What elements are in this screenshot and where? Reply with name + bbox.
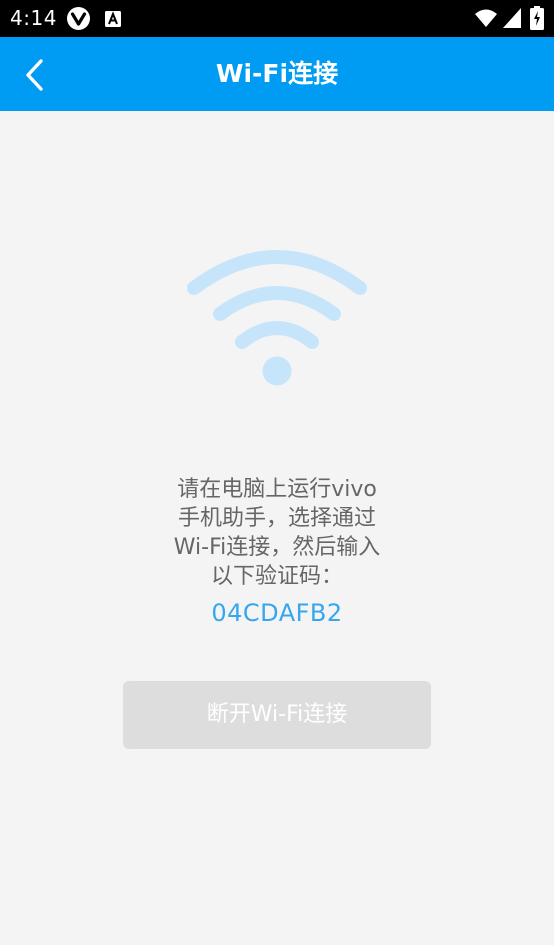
status-time: 4:14 (10, 6, 57, 30)
signal-icon (503, 8, 521, 28)
instruction-text: 请在电脑上运行vivo 手机助手，选择通过 Wi-Fi连接，然后输入 以下验证码… (140, 475, 414, 591)
a-icon (105, 11, 121, 27)
battery-icon (530, 6, 544, 30)
back-button[interactable] (14, 51, 58, 97)
status-bar: 4:14 (0, 0, 554, 37)
chevron-left-icon (26, 59, 43, 91)
wifi-icon (187, 250, 367, 386)
instruction-line: 手机助手，选择通过 (177, 506, 376, 531)
instruction-line: 请在电脑上运行vivo (177, 477, 377, 502)
page-title: Wi-Fi连接 (215, 59, 339, 88)
wifi-status-icon (475, 9, 497, 27)
disconnect-wifi-button[interactable]: 断开Wi-Fi连接 (123, 681, 431, 749)
app-bar: Wi-Fi连接 (0, 37, 554, 111)
instruction-line: 以下验证码： (210, 564, 343, 589)
vivo-icon (67, 7, 90, 30)
instruction-line: Wi-Fi连接，然后输入 (173, 535, 381, 560)
verification-code: 04CDAFB2 (211, 599, 343, 627)
